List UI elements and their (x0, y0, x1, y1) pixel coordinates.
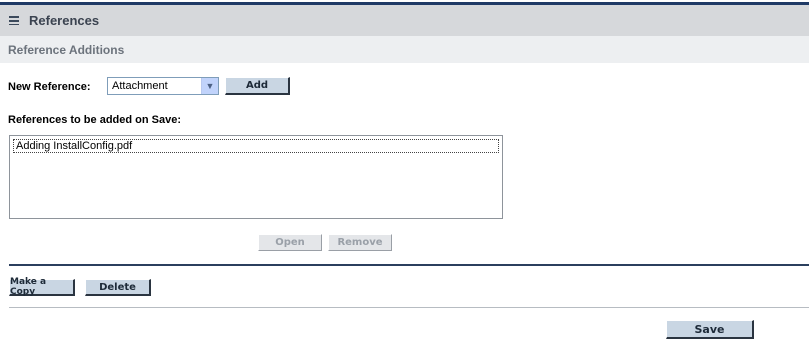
section-divider (9, 264, 809, 266)
reference-additions-header: Reference Additions (0, 36, 809, 63)
add-button[interactable]: Add (225, 77, 290, 95)
open-button[interactable]: Open (258, 234, 322, 251)
pending-references-label: References to be added on Save: (8, 114, 181, 126)
references-page: References Reference Additions New Refer… (0, 0, 809, 339)
reference-type-select[interactable]: Attachment ▼ (107, 77, 219, 95)
chevron-down-icon[interactable]: ▼ (201, 78, 218, 94)
remove-button[interactable]: Remove (328, 234, 392, 251)
new-reference-label: New Reference: (8, 81, 91, 93)
delete-button[interactable]: Delete (85, 279, 151, 296)
pending-references-list[interactable]: Adding InstallConfig.pdf (9, 135, 503, 219)
make-copy-button[interactable]: Make a Copy (9, 277, 75, 297)
reference-type-value: Attachment (112, 80, 168, 92)
footer-divider (9, 307, 809, 308)
save-button[interactable]: Save (666, 320, 754, 339)
section-title: References (29, 13, 100, 28)
collapse-icon[interactable] (9, 16, 19, 25)
list-item[interactable]: Adding InstallConfig.pdf (13, 139, 499, 153)
references-section-header[interactable]: References (0, 5, 809, 36)
